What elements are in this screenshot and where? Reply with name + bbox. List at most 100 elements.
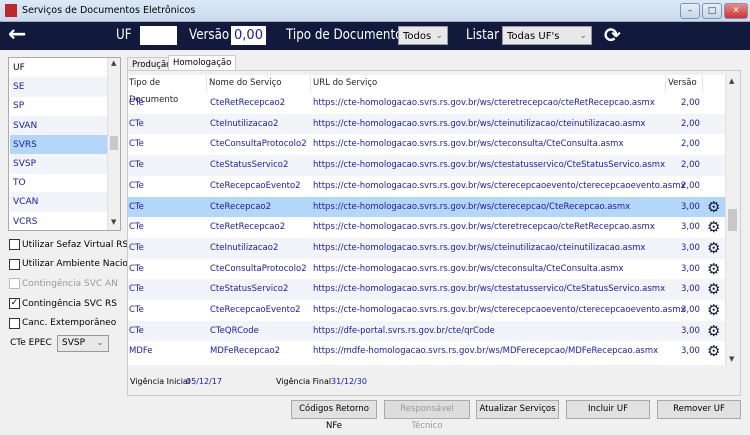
checkbox[interactable]: ✓ — [9, 298, 20, 310]
table-row[interactable]: MDFe MDFeRecepcao2 https://mdfe-homologaca… — [128, 341, 725, 362]
tab-homologacao[interactable]: Homologação — [168, 55, 237, 71]
remover-uf-button[interactable]: Remover UF — [657, 400, 741, 419]
checkbox[interactable] — [9, 278, 20, 290]
vigencia-final-label: Vigência Final — [276, 377, 332, 386]
gear-icon[interactable]: ⚙ — [707, 197, 720, 217]
incluir-uf-button[interactable]: Incluir UF — [566, 400, 650, 419]
cell-versao: 2,00 — [681, 160, 700, 171]
close-button[interactable]: ✕ — [724, 3, 748, 19]
option-checkbox[interactable]: Canc. Extemporâneo — [9, 317, 116, 329]
checkbox[interactable] — [9, 258, 20, 270]
uf-list[interactable]: UF SE SP SVAN SVRS SVSP TO VCAN VCRS ▲ ▼ — [8, 57, 121, 231]
cell-versao: 3,00 — [681, 263, 700, 274]
option-checkbox[interactable]: Contingência SVC AN — [9, 278, 118, 290]
tipo-documento-select[interactable]: Todos ⌄ — [398, 26, 448, 45]
uf-input[interactable] — [140, 26, 177, 45]
table-row[interactable]: CTe CteRetRecepcao2 https://cte-homologaca… — [128, 217, 725, 238]
back-arrow-icon[interactable]: ← — [8, 22, 26, 47]
column-header-nome[interactable]: Nome do Serviço — [208, 75, 311, 92]
table-row[interactable]: CTe CteConsultaProtocolo2 https://cte-homo… — [128, 134, 725, 155]
listar-value: Todas UF's — [507, 31, 560, 42]
checkbox[interactable] — [9, 317, 20, 329]
cell-versao: 2,00 — [681, 98, 700, 108]
table-row[interactable]: CTe CteRecepcao2 https://cte-homologacao.s… — [128, 196, 725, 218]
table-row[interactable]: CTe CteRecepcaoEvento2 https://cte-homolog… — [128, 176, 725, 197]
gear-icon[interactable]: ⚙ — [707, 259, 720, 279]
scroll-thumb[interactable] — [728, 209, 737, 231]
scroll-down-icon[interactable]: ▼ — [111, 218, 116, 226]
uf-list-item[interactable]: VCRS — [10, 212, 108, 232]
uf-list-item[interactable]: VCAN — [10, 192, 108, 213]
gear-icon[interactable]: ⚙ — [707, 279, 720, 299]
uf-list-scrollbar[interactable]: ▲ ▼ — [107, 58, 120, 230]
table-row[interactable]: CTe CteRetRecepcao2 https://cte-homologaca… — [128, 93, 725, 114]
cell-tipo: CTe — [129, 305, 144, 315]
vigencia-inicial-value: 05/12/17 — [186, 377, 222, 386]
epec-label: CTe EPEC — [10, 338, 52, 348]
table-row[interactable]: CTe CteInutilizacao2 https://cte-homologac… — [128, 237, 725, 259]
table-row[interactable]: CTe CteStatusServico2 https://cte-homologa… — [128, 279, 725, 300]
services-table: Tipo de Documento Nome do Serviço URL do… — [128, 75, 725, 365]
epec-select[interactable]: SVSP ⌄ — [57, 335, 109, 352]
uf-list-item[interactable]: SVRS — [10, 134, 108, 155]
atualizar-servicos-button[interactable]: Atualizar Serviços — [476, 400, 559, 419]
cell-tipo: CTe — [129, 160, 144, 171]
versao-input[interactable]: 0,00 — [231, 26, 266, 45]
table-scrollbar[interactable]: ▲ ▼ — [725, 75, 739, 365]
uf-list-item[interactable]: SVSP — [10, 154, 108, 174]
versao-label: Versão — [189, 27, 230, 43]
table-row[interactable]: CTe CTeQRCode https://dfe-portal.svrs.rs.g… — [128, 320, 725, 342]
title-bar: Serviços de Documentos Eletrônicos – □ ✕ — [0, 0, 750, 22]
scroll-up-icon[interactable]: ▲ — [111, 59, 116, 67]
refresh-icon[interactable]: ⟳ — [604, 23, 621, 47]
cell-tipo: CTe — [129, 284, 144, 295]
cell-nome: CteRecepcaoEvento2 — [210, 180, 301, 191]
table-row[interactable]: CTe CteStatusServico2 https://cte-homologa… — [128, 155, 725, 176]
scroll-thumb[interactable] — [110, 136, 118, 150]
maximize-button[interactable]: □ — [702, 3, 722, 19]
option-checkbox[interactable]: Utilizar Ambiente Nacional — [9, 258, 142, 270]
uf-list-item[interactable]: SE — [10, 77, 108, 98]
table-row[interactable]: CTe CteInutilizacao2 https://cte-homologac… — [128, 113, 725, 135]
cell-versao: 3,00 — [681, 325, 700, 336]
gear-icon[interactable]: ⚙ — [707, 238, 720, 258]
responsavel-tecnico-button[interactable]: Responsável Técnico — [384, 400, 470, 431]
table-row[interactable]: CTe CteRecepcaoEvento2 https://cte-homolog… — [128, 300, 725, 321]
uf-list-item[interactable]: TO — [10, 173, 108, 193]
scroll-down-icon[interactable]: ▼ — [729, 355, 734, 363]
cell-nome: CteInutilizacao2 — [210, 242, 279, 253]
column-header-tipo[interactable]: Tipo de Documento — [128, 75, 207, 105]
checkbox-label: Contingência SVC RS — [22, 298, 117, 309]
cell-versao: 2,00 — [681, 118, 700, 129]
checkbox[interactable] — [9, 239, 20, 250]
cell-url: https://cte-homologacao.svrs.rs.gov.br/w… — [313, 139, 624, 150]
chevron-down-icon: ⌄ — [579, 31, 587, 41]
tipo-documento-label: Tipo de Documento — [286, 27, 403, 43]
uf-list-item[interactable]: SP — [10, 96, 108, 116]
scroll-up-icon[interactable]: ▲ — [729, 77, 734, 85]
gear-icon[interactable]: ⚙ — [707, 300, 720, 320]
vigencia-final-value: 31/12/30 — [331, 377, 367, 386]
app-icon — [5, 4, 17, 17]
cell-versao: 2,00 — [681, 180, 700, 191]
cell-nome: CteConsultaProtocolo2 — [210, 263, 307, 274]
gear-icon[interactable]: ⚙ — [707, 321, 720, 341]
cell-nome: CTeQRCode — [210, 325, 259, 336]
column-header-url[interactable]: URL do Serviço — [312, 75, 666, 92]
vigencia-inicial-label: Vigência Inicial — [130, 377, 191, 386]
table-row[interactable]: CTe CteConsultaProtocolo2 https://cte-homo… — [128, 259, 725, 280]
uf-list-item[interactable]: SVAN — [10, 115, 108, 136]
cell-tipo: CTe — [129, 139, 144, 150]
listar-select[interactable]: Todas UF's ⌄ — [502, 26, 592, 45]
gear-icon[interactable]: ⚙ — [707, 341, 720, 361]
cell-nome: CteStatusServico2 — [210, 160, 289, 171]
option-checkbox[interactable]: Utilizar Sefaz Virtual RS — [9, 239, 128, 250]
minimize-button[interactable]: – — [680, 3, 700, 19]
codigos-retorno-button[interactable]: Códigos Retorno NFe — [291, 400, 377, 431]
column-header-versao[interactable]: Versão — [667, 75, 703, 92]
gear-icon[interactable]: ⚙ — [707, 217, 720, 237]
cell-tipo: CTe — [129, 180, 144, 191]
option-checkbox[interactable]: ✓ Contingência SVC RS — [9, 298, 117, 310]
uf-list-item[interactable]: UF — [10, 58, 108, 78]
cell-url: https://dfe-portal.svrs.rs.gov.br/cte/qr… — [313, 325, 495, 336]
